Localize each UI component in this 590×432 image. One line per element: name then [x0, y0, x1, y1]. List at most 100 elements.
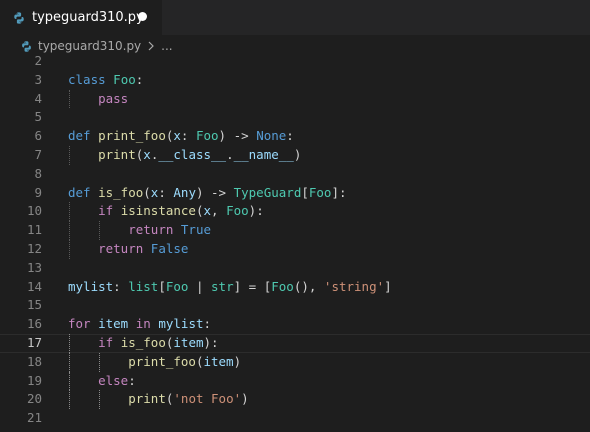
code-line[interactable]: 20 print('not Foo') — [0, 390, 590, 410]
code-token: (), — [293, 278, 324, 294]
code-token: : — [286, 128, 294, 144]
line-code: return True — [68, 221, 211, 240]
code-line[interactable]: 16 for item in mylist: — [0, 315, 590, 334]
indent-guide — [69, 371, 70, 391]
tab-bar: typeguard310.py — [0, 0, 590, 35]
tab-filename: typeguard310.py — [32, 10, 144, 25]
code-token: ] = [ — [233, 278, 272, 294]
indent-guide — [69, 146, 70, 165]
code-token: True — [180, 222, 212, 238]
code-token: item — [203, 353, 234, 369]
code-line[interactable]: 19 else: — [0, 371, 590, 391]
line-number: 3 — [34, 71, 42, 87]
code-editor[interactable]: 2 3 class Foo: 4 pass 5 6 def print_foo(x: Foo… — [0, 52, 590, 432]
code-token: ]: — [331, 184, 347, 200]
code-line[interactable]: 13 — [0, 259, 590, 278]
line-number: 2 — [34, 53, 42, 68]
code-token: else — [98, 372, 129, 388]
code-token: x — [143, 147, 151, 162]
indent-guide — [69, 390, 70, 410]
code-token: | — [188, 278, 212, 294]
line-number: 21 — [26, 410, 42, 426]
code-token: , — [211, 203, 227, 219]
code-token: : — [128, 372, 136, 388]
code-token: isinstance — [120, 203, 196, 219]
code-token: in — [135, 316, 151, 332]
code-token: ) — [293, 147, 302, 162]
code-line[interactable]: 21 — [0, 409, 590, 428]
code-token: : — [158, 184, 174, 200]
code-line[interactable]: 4 pass — [0, 89, 590, 109]
code-token: . — [226, 147, 234, 162]
code-line[interactable]: 10 if isinstance(x, Foo): — [0, 202, 590, 222]
line-code: print('not Foo') — [68, 390, 249, 409]
code-token: if — [98, 203, 114, 219]
line-code: mylist: list[Foo | str] = [Foo(), 'strin… — [68, 278, 392, 297]
code-line[interactable]: 2 — [0, 52, 590, 71]
code-token: x — [203, 203, 212, 219]
code-token: : — [203, 316, 212, 332]
unsaved-dot-icon[interactable] — [138, 12, 147, 21]
line-code: if is_foo(item): — [68, 334, 218, 353]
code-token: 'not Foo' — [173, 391, 242, 407]
line-code: def print_foo(x: Foo) -> None: — [68, 127, 294, 146]
code-token: Foo — [226, 203, 249, 219]
line-number: 4 — [34, 90, 42, 106]
code-line[interactable]: 8 — [0, 165, 590, 184]
line-code: print_foo(item) — [68, 353, 241, 372]
code-token: def — [68, 184, 91, 200]
code-token: [ — [301, 184, 309, 200]
code-token: : — [135, 71, 144, 87]
code-token: ) — [241, 391, 249, 407]
code-token: ): — [248, 203, 264, 219]
breadcrumb-symbols[interactable]: ... — [161, 39, 172, 53]
indent-guide — [69, 89, 70, 109]
code-token: 'string' — [323, 278, 385, 294]
code-line[interactable]: 18 print_foo(item) — [0, 352, 590, 372]
code-token: mylist — [158, 316, 204, 332]
indent-guide — [69, 221, 70, 240]
code-line[interactable]: 17 if is_foo(item): — [0, 334, 590, 353]
code-token: pass — [98, 90, 129, 106]
line-number: 20 — [26, 391, 42, 407]
breadcrumb-file[interactable]: typeguard310.py — [38, 39, 141, 53]
code-token: is_foo — [98, 184, 144, 200]
code-token: def — [68, 128, 91, 144]
code-line[interactable]: 11 return True — [0, 221, 590, 240]
code-token: x — [173, 128, 181, 144]
code-token: item — [173, 335, 204, 350]
code-line[interactable]: 14 mylist: list[Foo | str] = [Foo(), 'str… — [0, 278, 590, 297]
code-token: print_foo — [128, 353, 196, 369]
indent-guide — [69, 352, 70, 372]
line-number: 7 — [34, 147, 42, 162]
line-code: return False — [68, 240, 188, 259]
code-line[interactable]: 5 — [0, 108, 590, 127]
code-line[interactable]: 7 print(x.__class__.__name__) — [0, 146, 590, 165]
chevron-right-icon — [148, 41, 155, 51]
code-token: ) — [233, 353, 242, 369]
code-line[interactable]: 9 def is_foo(x: Any) -> TypeGuard[Foo]: — [0, 184, 590, 203]
code-token: for — [68, 316, 91, 332]
code-line[interactable]: 6 def print_foo(x: Foo) -> None: — [0, 127, 590, 146]
indent-guide — [99, 221, 101, 240]
code-line[interactable]: 15 — [0, 296, 590, 315]
code-token: print — [98, 147, 136, 162]
code-line[interactable]: 3 class Foo: — [0, 71, 590, 90]
code-token: is_foo — [120, 335, 166, 350]
code-token: print_foo — [98, 128, 166, 144]
indent-guide — [99, 352, 101, 372]
code-token: False — [150, 241, 189, 256]
editor-tab[interactable]: typeguard310.py — [0, 0, 162, 35]
line-number: 6 — [34, 128, 42, 144]
code-line[interactable]: 12 return False — [0, 240, 590, 259]
